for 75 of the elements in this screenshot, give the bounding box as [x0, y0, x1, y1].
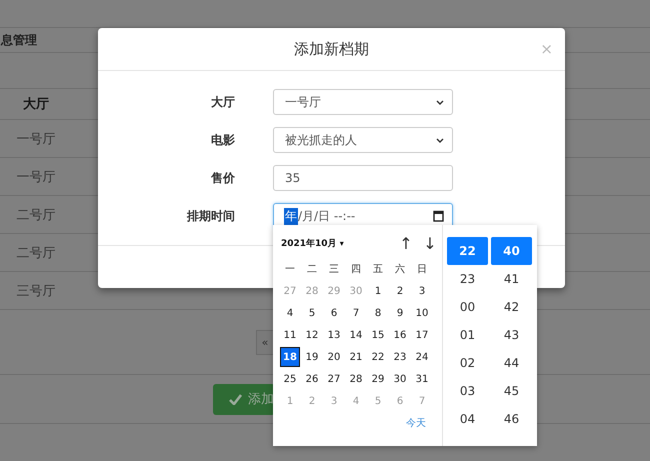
- calendar-day[interactable]: 17: [411, 324, 433, 346]
- calendar-day[interactable]: 19: [301, 346, 323, 368]
- weekday-label: 三: [328, 263, 340, 277]
- next-month-button[interactable]: ↓: [418, 234, 442, 252]
- hour-option[interactable]: 23: [447, 265, 488, 293]
- minute-option[interactable]: 45: [491, 377, 532, 405]
- calendar-day[interactable]: 25: [279, 368, 301, 390]
- table-cell-text: 三号厅: [16, 282, 56, 300]
- calendar-day[interactable]: 22: [367, 346, 389, 368]
- calendar-day[interactable]: 27: [323, 368, 345, 390]
- weekday-label: 一: [284, 263, 296, 277]
- weekday-label: 六: [394, 262, 406, 277]
- calendar-day[interactable]: 5: [301, 302, 323, 324]
- calendar-day[interactable]: 20: [323, 346, 345, 368]
- calendar-day[interactable]: 28: [345, 368, 367, 390]
- input-field[interactable]: 35: [273, 165, 453, 191]
- minute-option[interactable]: 40: [491, 237, 532, 265]
- select-field[interactable]: 被光抓走的人: [273, 127, 453, 153]
- section-title: 息管理: [1, 32, 37, 48]
- column-header: 大厅: [22, 96, 50, 113]
- select-field[interactable]: 一号厅: [273, 89, 453, 115]
- check-icon: [229, 394, 242, 404]
- calendar-day[interactable]: 2: [389, 280, 411, 302]
- minute-option[interactable]: 44: [491, 349, 532, 377]
- hour-option[interactable]: 00: [447, 293, 488, 321]
- hour-option[interactable]: 02: [447, 349, 488, 377]
- calendar-day[interactable]: 30: [389, 368, 411, 390]
- table-cell-text: 一号厅: [16, 168, 56, 186]
- calendar-day[interactable]: 16: [389, 324, 411, 346]
- calendar-day[interactable]: 10: [411, 302, 433, 324]
- minute-option[interactable]: 41: [491, 265, 532, 293]
- field-label: 电影: [210, 132, 235, 148]
- calendar-day[interactable]: 26: [301, 368, 323, 390]
- weekday-label: 五: [372, 263, 384, 277]
- calendar-day[interactable]: 31: [411, 368, 433, 390]
- calendar-day[interactable]: 9: [389, 302, 411, 324]
- calendar-day[interactable]: 12: [301, 324, 323, 346]
- month-dropdown[interactable]: 2021年10月 ▾: [281, 236, 344, 250]
- minute-option[interactable]: 42: [491, 293, 532, 321]
- hour-option[interactable]: 01: [447, 321, 488, 349]
- calendar-day[interactable]: 13: [323, 324, 345, 346]
- calendar-day[interactable]: 14: [345, 324, 367, 346]
- modal-title: 添加新档期: [294, 40, 369, 58]
- calendar-day[interactable]: 24: [411, 346, 433, 368]
- minute-option[interactable]: 46: [491, 405, 532, 433]
- calendar-icon: [433, 210, 444, 222]
- table-cell-text: 一号厅: [16, 130, 56, 148]
- weekday-label: 日: [416, 263, 428, 277]
- calendar-day[interactable]: 3: [411, 280, 433, 302]
- calendar-day[interactable]: 1: [367, 280, 389, 302]
- chevron-down-icon: [436, 138, 444, 142]
- field-label: 排期时间: [186, 208, 235, 224]
- hour-option[interactable]: 22: [447, 237, 488, 265]
- field-label: 售价: [210, 170, 235, 186]
- calendar-day[interactable]: 11: [279, 324, 301, 346]
- field-label: 大厅: [210, 94, 235, 110]
- hour-option[interactable]: 04: [447, 405, 488, 433]
- calendar-day[interactable]: 21: [345, 346, 367, 368]
- calendar-day[interactable]: 18: [280, 347, 300, 367]
- calendar-day[interactable]: 23: [389, 346, 411, 368]
- calendar-day[interactable]: 8: [367, 302, 389, 324]
- minute-option[interactable]: 43: [491, 321, 532, 349]
- table-cell-text: 二号厅: [16, 244, 56, 262]
- weekday-label: 四: [350, 263, 362, 277]
- calendar-day[interactable]: 7: [345, 302, 367, 324]
- chevron-down-icon: [436, 100, 444, 104]
- calendar-day[interactable]: 15: [367, 324, 389, 346]
- calendar-day[interactable]: 29: [367, 368, 389, 390]
- today-link[interactable]: 今天: [406, 416, 426, 430]
- calendar-day[interactable]: 6: [323, 302, 345, 324]
- table-cell-text: 二号厅: [16, 206, 56, 224]
- weekday-label: 二: [306, 263, 318, 277]
- previous-month-button[interactable]: ↑: [394, 234, 418, 252]
- calendar-day[interactable]: 4: [279, 302, 301, 324]
- hour-option[interactable]: 03: [447, 377, 488, 405]
